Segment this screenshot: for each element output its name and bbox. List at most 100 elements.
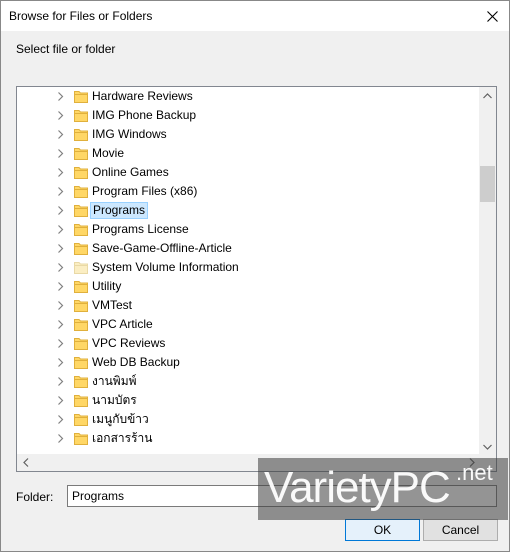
ok-button[interactable]: OK [345, 519, 420, 541]
expand-chevron-icon[interactable] [56, 244, 65, 253]
tree-item[interactable]: Programs [17, 201, 480, 220]
tree-item-label: Save-Game-Offline-Article [92, 241, 232, 255]
chevron-down-icon [483, 444, 492, 450]
expand-chevron-icon[interactable] [56, 130, 65, 139]
tree-item[interactable]: VPC Article [17, 315, 480, 334]
tree-item-label: Hardware Reviews [92, 89, 193, 103]
tree-item-label: เมนูกับข้าว [92, 412, 149, 426]
cancel-button[interactable]: Cancel [423, 519, 498, 541]
tree-item-label: เอกสารร้าน [92, 431, 153, 445]
expand-chevron-icon[interactable] [56, 168, 65, 177]
tree-item-label: VPC Reviews [92, 336, 166, 350]
tree-item-label: Programs [90, 202, 149, 219]
tree-item-label: VPC Article [92, 317, 153, 331]
expand-chevron-icon[interactable] [56, 206, 65, 215]
folder-icon [74, 148, 88, 160]
folder-icon [74, 129, 88, 141]
folder-icon [74, 281, 88, 293]
tree-item-label: System Volume Information [92, 260, 239, 274]
folder-icon [74, 224, 88, 236]
tree-item[interactable]: เมนูกับข้าว [17, 410, 480, 429]
tree-item[interactable]: Web DB Backup [17, 353, 480, 372]
scroll-left-button[interactable] [17, 454, 34, 471]
folder-icon [74, 357, 88, 369]
title-bar: Browse for Files or Folders [1, 1, 509, 31]
tree-item[interactable]: งานพิมพ์ [17, 372, 480, 391]
expand-chevron-icon[interactable] [56, 396, 65, 405]
tree-item[interactable]: System Volume Information [17, 258, 480, 277]
horizontal-scrollbar[interactable] [17, 454, 480, 471]
tree-item-label: Utility [92, 279, 122, 293]
expand-chevron-icon[interactable] [56, 377, 65, 386]
folder-icon [74, 91, 88, 103]
tree-item-label: งานพิมพ์ [92, 374, 137, 388]
folder-icon [74, 300, 88, 312]
instruction-text: Select file or folder [16, 42, 116, 56]
tree-item[interactable]: Save-Game-Offline-Article [17, 239, 480, 258]
tree-item-label: VMTest [92, 298, 133, 312]
scroll-down-button[interactable] [479, 438, 496, 455]
expand-chevron-icon[interactable] [56, 149, 65, 158]
folder-tree[interactable]: Hardware Reviews IMG Phone Backup IMG Wind… [16, 86, 497, 472]
scrollbar-thumb[interactable] [480, 166, 495, 202]
tree-item[interactable]: Program Files (x86) [17, 182, 480, 201]
tree-item-label: IMG Windows [92, 127, 167, 141]
expand-chevron-icon[interactable] [56, 301, 65, 310]
tree-item-label: นามบัตร [92, 393, 137, 407]
folder-icon [74, 205, 88, 217]
tree-item-label: IMG Phone Backup [92, 108, 197, 122]
folder-icon [74, 433, 88, 445]
close-button[interactable] [475, 1, 509, 31]
folder-icon [74, 414, 88, 426]
folder-icon [74, 319, 88, 331]
browse-dialog: Browse for Files or Folders Select file … [0, 0, 510, 552]
tree-item[interactable]: VMTest [17, 296, 480, 315]
tree-item[interactable]: IMG Windows [17, 125, 480, 144]
expand-chevron-icon[interactable] [56, 187, 65, 196]
scrollbar-corner [479, 454, 496, 471]
tree-item[interactable]: Online Games [17, 163, 480, 182]
expand-chevron-icon[interactable] [56, 92, 65, 101]
tree-item[interactable]: Programs License [17, 220, 480, 239]
tree-item-label: Web DB Backup [92, 355, 180, 369]
folder-icon [74, 110, 88, 122]
tree-item-label: Programs License [92, 222, 189, 236]
tree-item[interactable]: Utility [17, 277, 480, 296]
folder-input[interactable] [67, 485, 497, 507]
vertical-scrollbar[interactable] [479, 87, 496, 455]
expand-chevron-icon[interactable] [56, 282, 65, 291]
expand-chevron-icon[interactable] [56, 434, 65, 443]
expand-chevron-icon[interactable] [56, 358, 65, 367]
tree-item[interactable]: นามบัตร [17, 391, 480, 410]
tree-list: Hardware Reviews IMG Phone Backup IMG Wind… [17, 87, 480, 455]
tree-item[interactable]: Movie [17, 144, 480, 163]
close-icon [486, 10, 498, 22]
tree-item[interactable]: Hardware Reviews [17, 87, 480, 106]
folder-icon [74, 395, 88, 407]
folder-label: Folder: [16, 490, 54, 504]
folder-icon [74, 243, 88, 255]
tree-item-label: Movie [92, 146, 125, 160]
tree-item[interactable]: IMG Phone Backup [17, 106, 480, 125]
expand-chevron-icon[interactable] [56, 415, 65, 424]
folder-icon [74, 338, 88, 350]
folder-icon [74, 167, 88, 179]
tree-item[interactable]: VPC Reviews [17, 334, 480, 353]
tree-item-label: Program Files (x86) [92, 184, 198, 198]
expand-chevron-icon[interactable] [56, 111, 65, 120]
folder-icon [74, 262, 88, 274]
folder-icon [74, 376, 88, 388]
dialog-title: Browse for Files or Folders [9, 9, 153, 23]
folder-icon [74, 186, 88, 198]
chevron-up-icon [483, 92, 492, 98]
chevron-right-icon [469, 458, 475, 467]
scroll-right-button[interactable] [463, 454, 480, 471]
expand-chevron-icon[interactable] [56, 263, 65, 272]
expand-chevron-icon[interactable] [56, 339, 65, 348]
expand-chevron-icon[interactable] [56, 320, 65, 329]
expand-chevron-icon[interactable] [56, 225, 65, 234]
chevron-left-icon [22, 458, 28, 467]
scroll-up-button[interactable] [479, 87, 496, 104]
tree-item[interactable]: เอกสารร้าน [17, 429, 480, 448]
tree-item-label: Online Games [92, 165, 169, 179]
